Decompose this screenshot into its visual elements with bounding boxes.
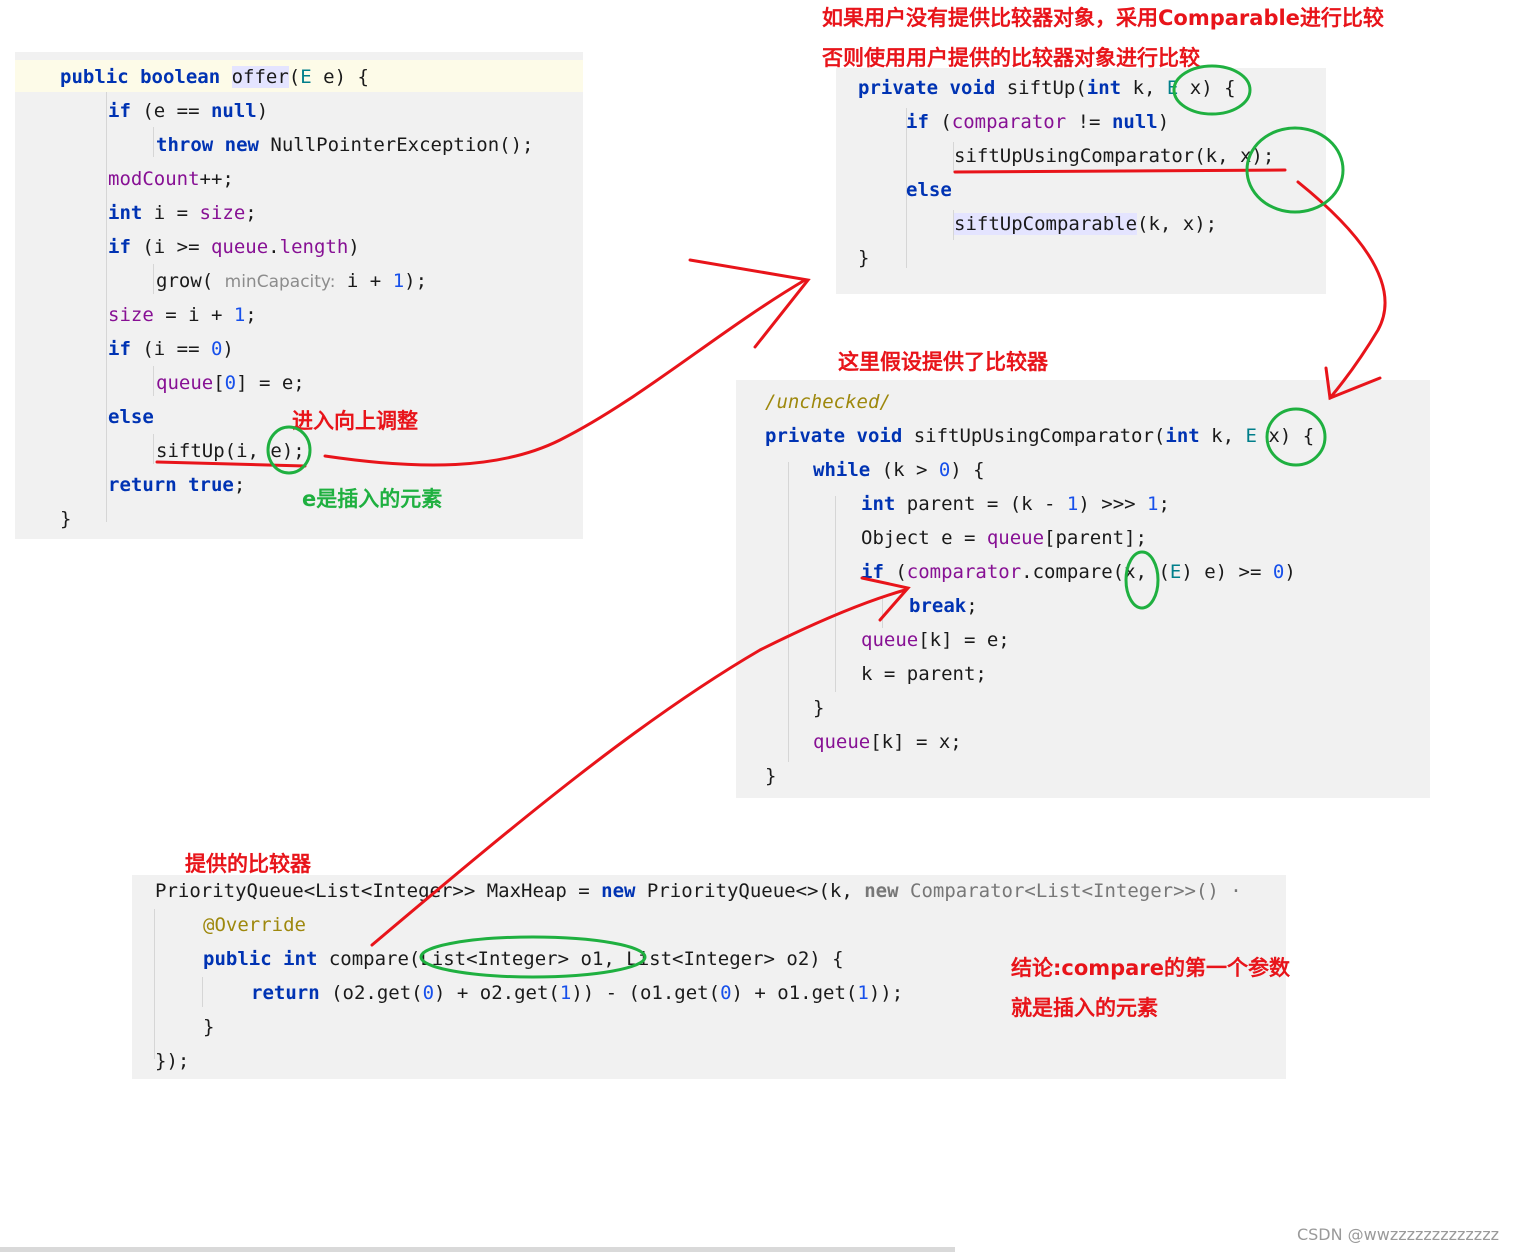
circle-compare-o1 [419, 935, 647, 979]
bottom-scrollbar[interactable] [0, 1247, 955, 1252]
circle-siftup-ex [1172, 64, 1252, 116]
arrow-offer-to-siftup [323, 278, 807, 467]
arrow-siftup-to-comparator [1296, 180, 1387, 400]
arrowhead-compare-to-if [860, 576, 911, 622]
csdn-watermark: CSDN @wwzzzzzzzzzzzzz [1296, 1225, 1499, 1244]
underline-siftup-comparator-call [953, 168, 1287, 174]
annotation-overlay [155, 64, 1387, 979]
circle-comparator-ex [1265, 407, 1327, 467]
circle-compare-x [1124, 550, 1160, 610]
arrow-compare-to-if [370, 588, 907, 947]
underline-siftup-call [155, 460, 307, 468]
arrowhead-offer-to-siftup [688, 258, 811, 349]
